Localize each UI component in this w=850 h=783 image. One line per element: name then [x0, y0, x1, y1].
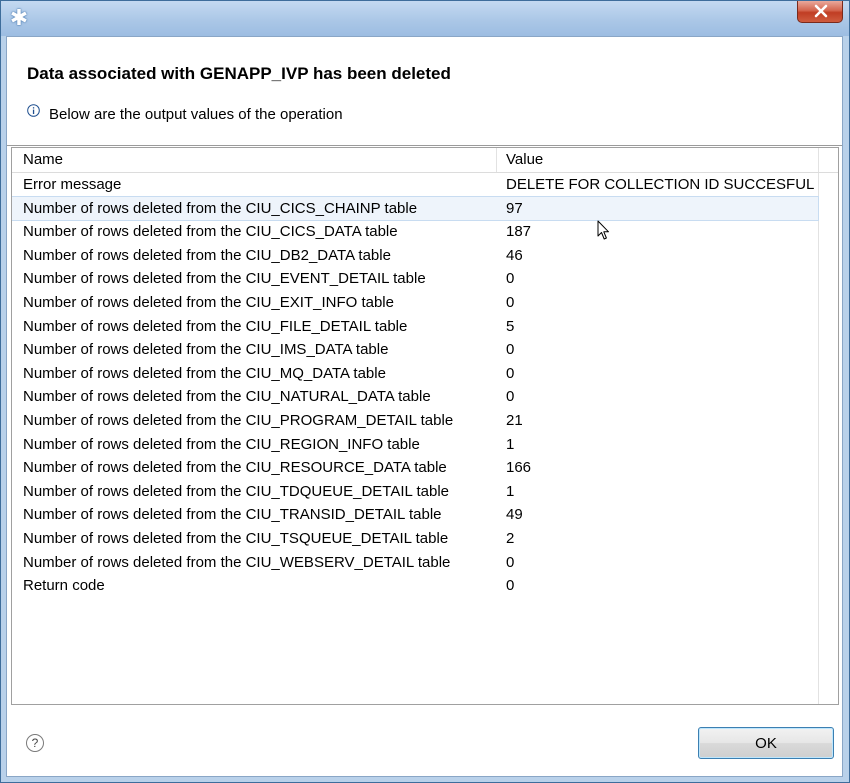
table-row[interactable]: Number of rows deleted from the CIU_EVEN…	[12, 267, 838, 291]
ok-button[interactable]: OK	[698, 727, 834, 759]
table-row[interactable]: Number of rows deleted from the CIU_NATU…	[12, 385, 838, 409]
table-row[interactable]: Number of rows deleted from the CIU_MQ_D…	[12, 362, 838, 386]
eclipse-star-icon: ✱	[9, 5, 29, 30]
title-bar[interactable]: ✱	[1, 1, 849, 36]
dialog-window: ✱ Data associated with GENAPP_IVP has be…	[0, 0, 850, 783]
row-name-cell: Number of rows deleted from the CIU_CICS…	[23, 199, 418, 217]
row-value-cell: 0	[506, 577, 515, 595]
row-value-cell: 46	[506, 246, 523, 264]
table-header: Name Value	[12, 148, 838, 173]
table-row[interactable]: Number of rows deleted from the CIU_TDQU…	[12, 480, 838, 504]
info-message: Below are the output values of the opera…	[49, 106, 343, 123]
table-body: Error message DELETE FOR COLLECTION ID SU…	[12, 173, 838, 598]
row-name-cell: Number of rows deleted from the CIU_TRAN…	[23, 506, 442, 524]
table-row[interactable]: Number of rows deleted from the CIU_WEBS…	[12, 551, 838, 575]
row-value-cell: DELETE FOR COLLECTION ID SUCCESFUL	[506, 176, 815, 193]
row-name-cell: Number of rows deleted from the CIU_MQ_D…	[23, 364, 386, 382]
row-name-cell: Number of rows deleted from the CIU_TDQU…	[23, 482, 449, 500]
row-value-cell: 0	[506, 341, 515, 359]
row-name-cell: Number of rows deleted from the CIU_WEBS…	[23, 553, 451, 571]
row-name-cell: Number of rows deleted from the CIU_EVEN…	[23, 270, 426, 288]
table-row[interactable]: Number of rows deleted from the CIU_IMS_…	[12, 338, 838, 362]
table-row[interactable]: Number of rows deleted from the CIU_TSQU…	[12, 527, 838, 551]
help-question-icon[interactable]: ?	[26, 734, 44, 752]
close-x-icon	[814, 4, 828, 18]
row-name-cell: Number of rows deleted from the CIU_IMS_…	[23, 341, 389, 359]
row-name-cell: Number of rows deleted from the CIU_EXIT…	[23, 293, 394, 311]
table-row[interactable]: Return code 0	[12, 574, 838, 598]
row-name-cell: Number of rows deleted from the CIU_PROG…	[23, 411, 454, 429]
info-icon	[27, 104, 40, 120]
table-row[interactable]: Number of rows deleted from the CIU_CICS…	[12, 195, 819, 222]
row-name-cell: Error message	[23, 176, 122, 193]
row-value-cell: 1	[506, 482, 515, 500]
row-name-cell: Number of rows deleted from the CIU_REGI…	[23, 435, 420, 453]
row-name-cell: Number of rows deleted from the CIU_FILE…	[23, 317, 408, 335]
row-name-cell: Number of rows deleted from the CIU_DB2_…	[23, 246, 391, 264]
dialog-content: Data associated with GENAPP_IVP has been…	[6, 36, 843, 777]
close-button[interactable]	[797, 1, 843, 23]
table-row[interactable]: Number of rows deleted from the CIU_REGI…	[12, 433, 838, 457]
row-value-cell: 0	[506, 553, 515, 571]
table-row[interactable]: Number of rows deleted from the CIU_DB2_…	[12, 244, 838, 268]
output-values-table[interactable]: Name Value Error message DELETE FOR COLLE…	[11, 147, 839, 705]
row-name-cell: Number of rows deleted from the CIU_CICS…	[23, 223, 398, 241]
row-name-cell: Return code	[23, 577, 105, 595]
table-row[interactable]: Number of rows deleted from the CIU_CICS…	[12, 220, 838, 244]
row-value-cell: 2	[506, 529, 515, 547]
row-value-cell: 187	[506, 223, 532, 241]
row-value-cell: 21	[506, 411, 523, 429]
row-value-cell: 0	[506, 388, 515, 406]
row-value-cell: 1	[506, 435, 515, 453]
row-value-cell: 0	[506, 293, 515, 311]
table-row[interactable]: Number of rows deleted from the CIU_PROG…	[12, 409, 838, 433]
table-row[interactable]: Number of rows deleted from the CIU_FILE…	[12, 315, 838, 339]
row-name-cell: Number of rows deleted from the CIU_RESO…	[23, 459, 447, 477]
column-header-name[interactable]: Name	[23, 151, 63, 168]
mouse-pointer-icon	[597, 220, 609, 240]
button-bar: ? OK	[7, 707, 842, 776]
dialog-title: Data associated with GENAPP_IVP has been…	[27, 64, 451, 83]
table-row[interactable]: Error message DELETE FOR COLLECTION ID SU…	[12, 173, 838, 197]
row-value-cell: 166	[506, 459, 532, 477]
column-divider[interactable]	[496, 148, 497, 172]
row-value-cell: 5	[506, 317, 515, 335]
row-name-cell: Number of rows deleted from the CIU_TSQU…	[23, 529, 449, 547]
row-name-cell: Number of rows deleted from the CIU_NATU…	[23, 388, 431, 406]
message-area: Data associated with GENAPP_IVP has been…	[7, 37, 842, 146]
table-row[interactable]: Number of rows deleted from the CIU_TRAN…	[12, 503, 838, 527]
row-value-cell: 97	[506, 199, 523, 217]
table-row[interactable]: Number of rows deleted from the CIU_RESO…	[12, 456, 838, 480]
row-value-cell: 49	[506, 506, 523, 524]
row-value-cell: 0	[506, 270, 515, 288]
table-row[interactable]: Number of rows deleted from the CIU_EXIT…	[12, 291, 838, 315]
column-header-value[interactable]: Value	[506, 151, 543, 168]
row-value-cell: 0	[506, 364, 515, 382]
